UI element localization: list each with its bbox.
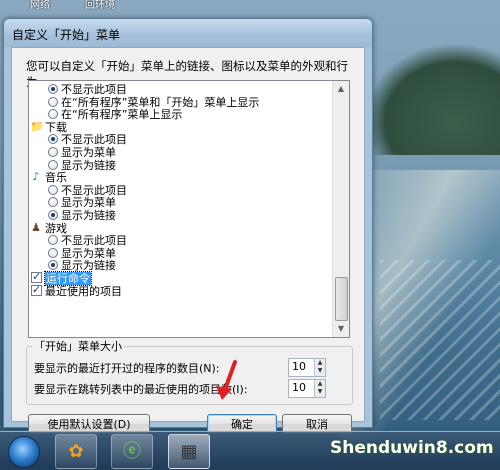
watermark: Shenduwin8.com	[330, 438, 494, 458]
ie-browser-icon: ⓔ	[123, 441, 141, 462]
start-button[interactable]	[8, 436, 40, 468]
colorful-app-icon: ✿	[68, 441, 84, 462]
task-button-app[interactable]: ✿	[55, 434, 97, 469]
red-arrow-annotation	[216, 360, 237, 400]
task-button-control-panel[interactable]: ▦	[168, 434, 210, 469]
control-panel-icon: ▦	[180, 441, 198, 462]
task-button-browser[interactable]: ⓔ	[111, 434, 153, 469]
